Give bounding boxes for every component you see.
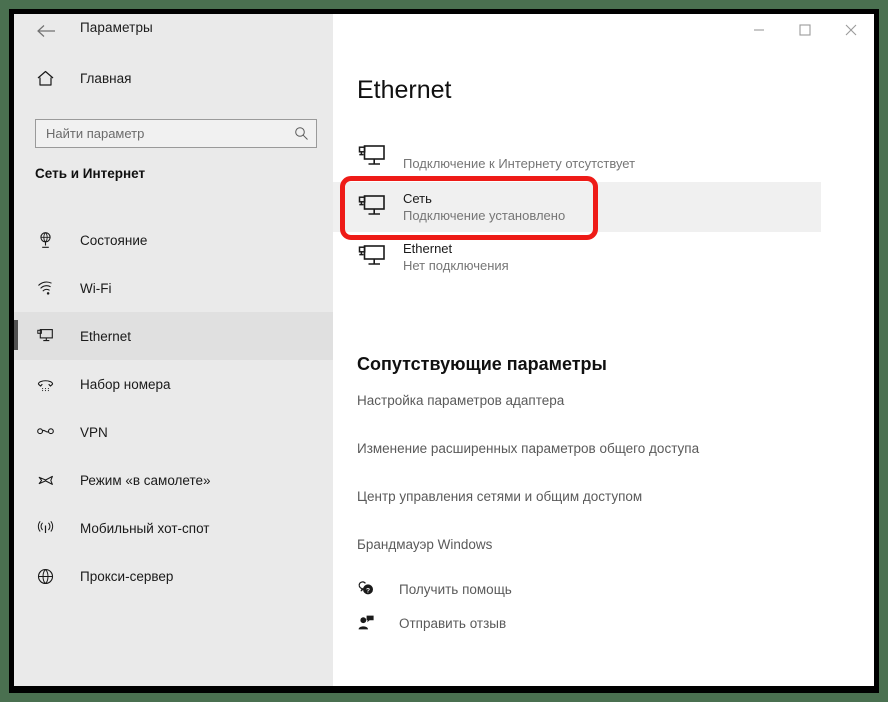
airplane-icon bbox=[36, 471, 64, 490]
connection-texts: Подключение к Интернету отсутствует bbox=[403, 141, 635, 173]
related-link-adapter-settings[interactable]: Настройка параметров адаптера bbox=[357, 392, 857, 409]
maximize-icon bbox=[799, 23, 811, 36]
sidebar-item-label: Ethernet bbox=[80, 328, 132, 344]
feedback-person-icon bbox=[357, 614, 383, 632]
search-icon[interactable] bbox=[286, 126, 316, 141]
search-box[interactable] bbox=[35, 119, 317, 148]
connection-row[interactable]: Ethernet Нет подключения bbox=[333, 232, 874, 282]
sidebar-item-label: VPN bbox=[80, 424, 108, 440]
connection-list: Подключение к Интернету отсутствует Сеть… bbox=[333, 132, 874, 282]
close-button[interactable] bbox=[828, 14, 874, 45]
connection-texts: Сеть Подключение установлено bbox=[403, 190, 565, 225]
maximize-button[interactable] bbox=[782, 14, 828, 45]
connection-row[interactable]: Подключение к Интернету отсутствует bbox=[333, 132, 874, 182]
wifi-icon bbox=[36, 279, 64, 298]
sidebar-nav-list: Состояние Wi-Fi Ethernet Набор номера VP… bbox=[14, 216, 333, 600]
related-settings-links: Настройка параметров адаптера Изменение … bbox=[357, 392, 857, 584]
ethernet-icon bbox=[36, 327, 64, 346]
main-content: Ethernet Подключение к Интернету отсутст… bbox=[333, 14, 874, 686]
get-help-label: Получить помощь bbox=[399, 581, 512, 597]
sidebar-item-dialup[interactable]: Набор номера bbox=[14, 360, 333, 408]
sidebar-item-home[interactable]: Главная bbox=[14, 58, 333, 98]
related-link-sharing-settings[interactable]: Изменение расширенных параметров общего … bbox=[357, 440, 857, 457]
sidebar-item-proxy[interactable]: Прокси-сервер bbox=[14, 552, 333, 600]
back-arrow-icon bbox=[37, 25, 55, 37]
page-title: Ethernet bbox=[357, 76, 452, 104]
help-question-icon: ? bbox=[357, 580, 383, 598]
status-globe-icon bbox=[36, 231, 64, 250]
title-bar: Параметры bbox=[14, 14, 874, 47]
dialup-phone-icon bbox=[36, 375, 64, 394]
home-icon bbox=[36, 69, 64, 88]
sidebar-section-title: Сеть и Интернет bbox=[35, 166, 146, 181]
connection-subtitle: Нет подключения bbox=[403, 257, 509, 273]
sidebar-item-label: Wi-Fi bbox=[80, 280, 112, 296]
vpn-icon bbox=[36, 423, 64, 442]
related-link-windows-firewall[interactable]: Брандмауэр Windows bbox=[357, 536, 857, 553]
sidebar-item-label: Состояние bbox=[80, 232, 148, 248]
minimize-icon bbox=[754, 28, 764, 31]
sidebar: Главная Сеть и Интернет bbox=[14, 14, 333, 686]
minimize-button[interactable] bbox=[736, 14, 782, 45]
sidebar-item-mobile-hotspot[interactable]: Мобильный хот-спот bbox=[14, 504, 333, 552]
network-pc-icon bbox=[357, 144, 393, 170]
related-link-network-sharing-center[interactable]: Центр управления сетями и общим доступом bbox=[357, 488, 857, 505]
connection-title: Ethernet bbox=[403, 240, 453, 256]
network-pc-icon bbox=[357, 244, 393, 270]
back-button[interactable] bbox=[30, 18, 64, 44]
connection-texts: Ethernet Нет подключения bbox=[403, 240, 509, 275]
sidebar-item-label: Мобильный хот-спот bbox=[80, 520, 210, 536]
proxy-globe-icon bbox=[36, 567, 64, 586]
window-controls bbox=[736, 14, 874, 45]
sidebar-item-label: Режим «в самолете» bbox=[80, 472, 211, 488]
app-title: Параметры bbox=[80, 20, 153, 35]
sidebar-item-status[interactable]: Состояние bbox=[14, 216, 333, 264]
network-pc-icon bbox=[357, 194, 393, 220]
sidebar-item-wifi[interactable]: Wi-Fi bbox=[14, 264, 333, 312]
sidebar-item-vpn[interactable]: VPN bbox=[14, 408, 333, 456]
svg-text:?: ? bbox=[366, 587, 370, 594]
connection-title: Сеть bbox=[403, 190, 432, 206]
sidebar-item-airplane-mode[interactable]: Режим «в самолете» bbox=[14, 456, 333, 504]
connection-row-selected[interactable]: Сеть Подключение установлено bbox=[333, 182, 821, 232]
help-links: ? Получить помощь Отправить отзыв bbox=[357, 572, 512, 640]
sidebar-item-label: Главная bbox=[80, 70, 132, 86]
settings-window: Параметры Главная Найти параметр Сеть и … bbox=[14, 14, 874, 686]
connection-subtitle: Подключение установлено bbox=[403, 207, 566, 223]
send-feedback-label: Отправить отзыв bbox=[399, 615, 507, 631]
close-icon bbox=[845, 24, 857, 35]
connection-subtitle: Подключение к Интернету отсутствует bbox=[403, 156, 636, 171]
sidebar-item-label: Набор номера bbox=[80, 376, 171, 392]
sidebar-item-ethernet[interactable]: Ethernet bbox=[14, 312, 333, 360]
search-input[interactable] bbox=[36, 126, 286, 141]
related-settings-title: Сопутствующие параметры bbox=[357, 354, 607, 374]
hotspot-icon bbox=[36, 519, 64, 538]
sidebar-item-label: Прокси-сервер bbox=[80, 568, 174, 584]
get-help-link[interactable]: ? Получить помощь bbox=[357, 572, 512, 606]
send-feedback-link[interactable]: Отправить отзыв bbox=[357, 606, 512, 640]
